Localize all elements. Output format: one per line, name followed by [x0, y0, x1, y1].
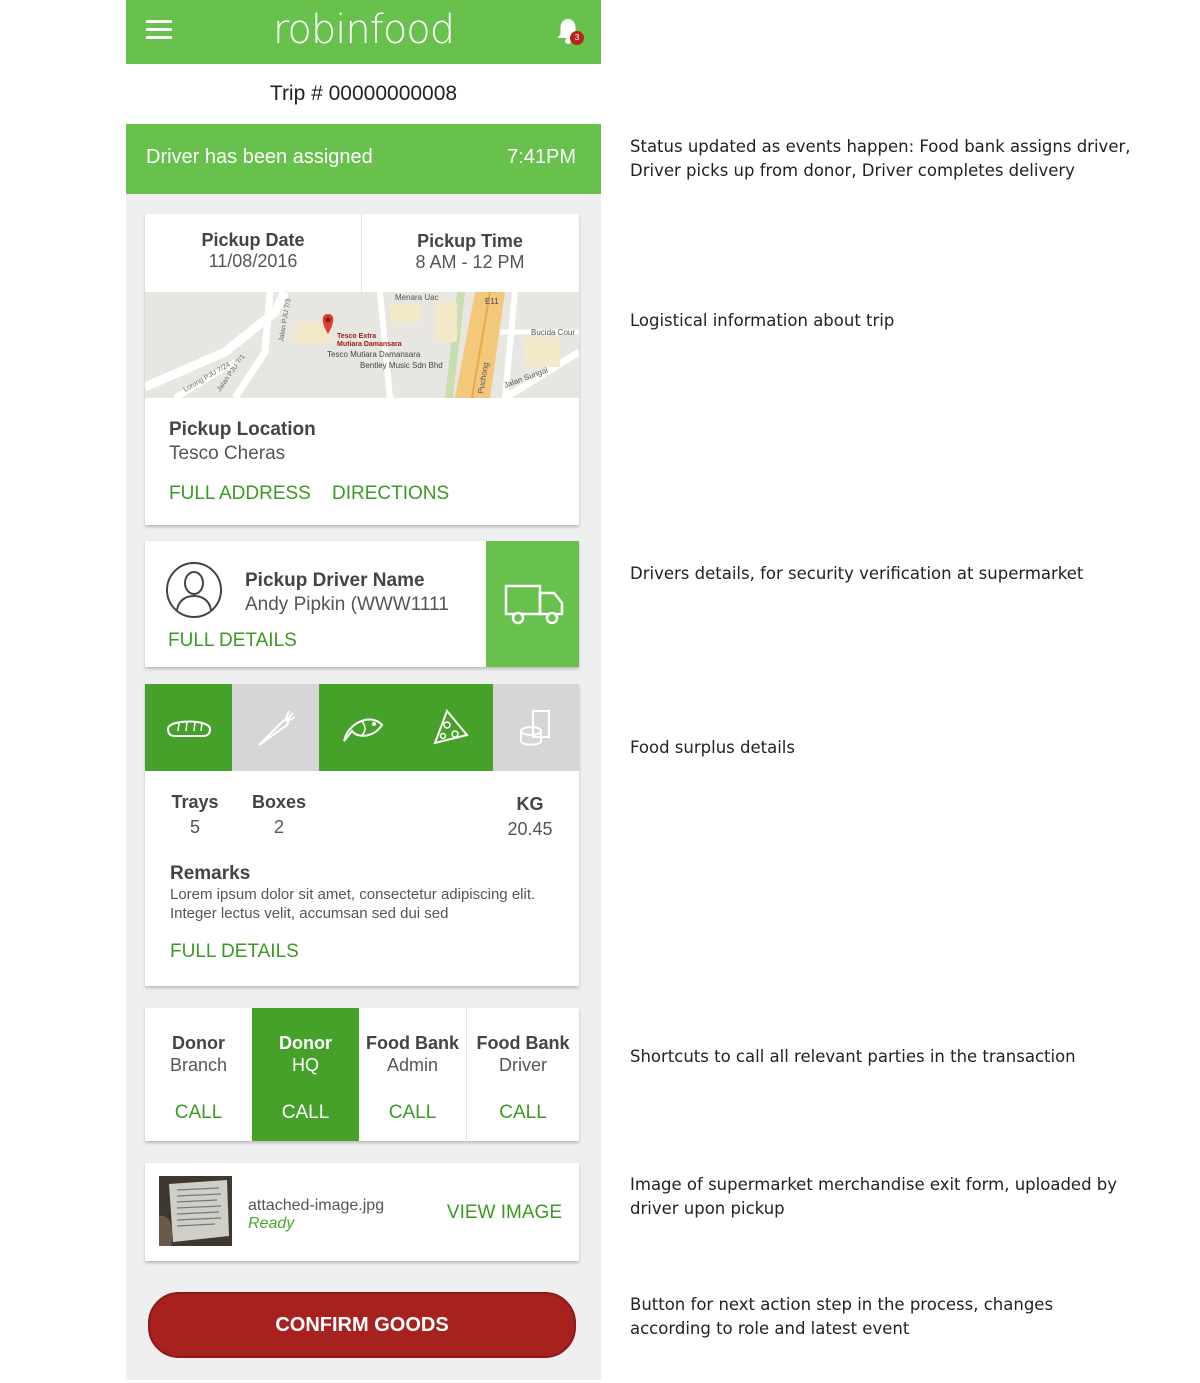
map-graphic: Menara Uac Tesco Extra Mutiara Damansara… [145, 292, 579, 398]
annotation-driver: Drivers details, for security verificati… [630, 564, 1084, 583]
remarks-line-1: Lorem ipsum dolor sit amet, consectetur … [170, 886, 536, 903]
carrot-icon[interactable] [232, 684, 319, 771]
status-bar: Driver has been assigned 7:41PM [126, 124, 601, 194]
annotation-line: Button for next action step in the proce… [630, 1295, 1054, 1314]
notification-badge: 3 [570, 31, 584, 45]
boxes: Boxes 2 [245, 792, 313, 838]
svg-text:E11: E11 [485, 297, 499, 306]
remarks-text: Lorem ipsum dolor sit amet, consectetur … [170, 885, 575, 923]
call-party-subtitle: Admin [386, 1055, 439, 1075]
kg-label: KG [516, 794, 544, 814]
remarks-label: Remarks [170, 863, 251, 884]
pickup-location-label: Pickup Location [169, 419, 316, 440]
pickup-date: Pickup Date 11/08/2016 [145, 214, 362, 292]
directions-link[interactable]: DIRECTIONS [332, 483, 449, 505]
attachment-filename: attached-image.jpg [248, 1197, 385, 1214]
status-time: 7:41PM [507, 146, 576, 168]
call-food-bank-admin[interactable]: Food Bank Admin CALL [359, 1008, 467, 1141]
call-button[interactable]: CALL [467, 1102, 579, 1124]
call-button[interactable]: CALL [359, 1102, 466, 1124]
call-party-title: Donor [279, 1033, 332, 1053]
pickup-date-label: Pickup Date [201, 230, 305, 250]
trays: Trays 5 [163, 792, 227, 838]
status-text: Driver has been assigned [146, 146, 373, 168]
call-party-subtitle: Branch [169, 1055, 228, 1075]
truck-button[interactable] [486, 541, 579, 667]
bread-icon[interactable] [145, 684, 232, 771]
svg-text:Menara Uac: Menara Uac [395, 293, 439, 302]
driver-card: Pickup Driver Name Andy Pipkin (WWW1111 … [145, 541, 579, 667]
trays-value: 5 [189, 817, 200, 837]
attachment-thumbnail[interactable] [159, 1176, 232, 1246]
trays-label: Trays [171, 792, 219, 812]
svg-text:Mutiara Damansara: Mutiara Damansara [337, 341, 402, 348]
annotation-image: Image of supermarket merchandise exit fo… [630, 1173, 1190, 1221]
boxes-label: Boxes [251, 792, 307, 812]
pickup-time-value: 8 AM - 12 PM [415, 252, 525, 272]
driver-name-label: Pickup Driver Name [245, 570, 425, 591]
trip-title: Trip # 00000000008 [269, 82, 458, 105]
annotation-status: Status updated as events happen: Food ba… [630, 135, 1190, 183]
svg-text:Bentley Music Sdn Bhd: Bentley Music Sdn Bhd [360, 361, 443, 370]
weight: KG 20.45 [490, 794, 570, 840]
call-button[interactable]: CALL [252, 1102, 359, 1124]
full-address-link[interactable]: FULL ADDRESS [169, 483, 311, 505]
kg-value: 20.45 [507, 819, 553, 839]
pickup-location-value: Tesco Cheras [169, 443, 286, 464]
svg-text:Tesco Mutiara Damansara: Tesco Mutiara Damansara [327, 350, 421, 359]
avatar-icon [166, 562, 222, 618]
app-logo: robinfood [272, 7, 455, 53]
pickup-date-value: 11/08/2016 [208, 251, 298, 271]
annotation-button: Button for next action step in the proce… [630, 1293, 1190, 1341]
canned-goods-icon[interactable] [493, 684, 579, 771]
truck-icon [504, 584, 564, 625]
view-image-link[interactable]: VIEW IMAGE [447, 1202, 562, 1224]
annotation-line: Image of supermarket merchandise exit fo… [630, 1175, 1118, 1194]
call-donor-hq[interactable]: Donor HQ CALL [252, 1008, 359, 1141]
annotation-food: Food surplus details [630, 738, 795, 757]
driver-name-value: Andy Pipkin (WWW1111 [245, 594, 449, 615]
call-party-title: Donor [172, 1033, 225, 1053]
annotation-line: Status updated as events happen: Food ba… [630, 137, 1131, 156]
remarks-line-2: Integer lectus velit, accumsan sed dui s… [170, 905, 449, 922]
pickup-card: Pickup Date 11/08/2016 Pickup Time 8 AM … [145, 214, 579, 525]
call-party-title: Food Bank [366, 1033, 459, 1053]
pizza-icon[interactable] [406, 684, 493, 771]
call-party-subtitle: HQ [292, 1055, 319, 1075]
svg-text:Tesco Extra: Tesco Extra [337, 333, 376, 340]
confirm-goods-button[interactable]: CONFIRM GOODS [148, 1292, 576, 1358]
pickup-time-label: Pickup Time [417, 231, 523, 251]
driver-full-details-link[interactable]: FULL DETAILS [168, 630, 297, 652]
annotation-line: Driver picks up from donor, Driver compl… [630, 161, 1075, 180]
attachment-card: attached-image.jpg Ready VIEW IMAGE [145, 1163, 579, 1261]
call-button[interactable]: CALL [145, 1102, 252, 1124]
attachment-status: Ready [248, 1215, 295, 1232]
call-party-subtitle: Driver [499, 1055, 547, 1075]
call-food-bank-driver[interactable]: Food Bank Driver CALL [467, 1008, 579, 1141]
phone-screen: robinfood 3 Trip # 00000000008 Driver ha… [126, 0, 601, 1380]
fish-icon[interactable] [319, 684, 406, 771]
pickup-map[interactable]: Menara Uac Tesco Extra Mutiara Damansara… [145, 292, 579, 398]
annotation-line: driver upon pickup [630, 1199, 785, 1218]
boxes-value: 2 [273, 817, 284, 837]
annotation-line: according to role and latest event [630, 1319, 910, 1338]
call-party-title: Food Bank [476, 1033, 570, 1053]
app-header: robinfood 3 [126, 0, 601, 64]
call-shortcuts-card: Donor Branch CALL Donor HQ CALL Food Ban… [145, 1008, 579, 1141]
food-card: Trays 5 Boxes 2 KG 20.45 Remarks Lorem i… [145, 684, 579, 986]
pickup-time: Pickup Time 8 AM - 12 PM [361, 214, 579, 292]
call-donor-branch[interactable]: Donor Branch CALL [145, 1008, 253, 1141]
annotation-calls: Shortcuts to call all relevant parties i… [630, 1047, 1076, 1066]
annotation-logistics: Logistical information about trip [630, 311, 895, 330]
svg-text:Bucida Cour: Bucida Cour [531, 328, 575, 337]
food-full-details-link[interactable]: FULL DETAILS [170, 941, 299, 963]
